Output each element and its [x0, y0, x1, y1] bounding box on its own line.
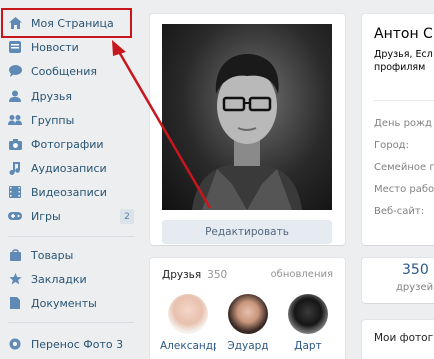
- friends-updates-link[interactable]: обновления: [271, 269, 333, 280]
- friend-name: Дарт: [294, 340, 322, 352]
- user-status-line-2: профилям: [374, 62, 426, 73]
- sidebar-item-friends[interactable]: Друзья: [4, 85, 136, 107]
- info-label-city: Город:: [374, 140, 409, 151]
- profile-photo-card: Редактировать: [150, 14, 345, 245]
- app-icon: [8, 337, 22, 351]
- messages-icon: [8, 64, 22, 78]
- sidebar-item-bookmarks[interactable]: Закладки: [4, 268, 136, 290]
- profile-photo-figure: [192, 54, 302, 210]
- friend-item[interactable]: Александр...: [160, 294, 216, 352]
- sidebar-item-video[interactable]: Видеозаписи: [4, 181, 136, 203]
- gamepad-icon: [8, 209, 22, 223]
- sidebar-divider: [8, 236, 134, 237]
- sidebar-item-label: Игры: [31, 209, 61, 223]
- groups-icon: [8, 113, 22, 127]
- my-photos-title[interactable]: Мои фотогр: [374, 332, 434, 344]
- friends-card: Друзья 350 обновления Александр... Эдуар…: [150, 258, 345, 359]
- sidebar-item-label: Друзья: [31, 89, 73, 103]
- document-icon: [8, 296, 22, 310]
- friend-item[interactable]: Дарт: [280, 294, 336, 352]
- friends-header[interactable]: Друзья 350: [162, 269, 227, 281]
- sidebar-item-messages[interactable]: Сообщения: [4, 60, 136, 82]
- sidebar-item-documents[interactable]: Документы: [4, 292, 136, 314]
- sidebar: Моя Страница Новости Сообщения Друзья Гр…: [0, 0, 140, 359]
- sidebar-item-label: Видеозаписи: [31, 185, 107, 199]
- friend-avatar: [228, 294, 268, 334]
- video-icon: [8, 185, 22, 199]
- info-divider: [374, 100, 434, 101]
- my-photos-card: Мои фотогр: [362, 320, 434, 359]
- sidebar-item-news[interactable]: Новости: [4, 36, 136, 58]
- sidebar-item-games[interactable]: Игры 2: [4, 205, 136, 227]
- sidebar-item-app[interactable]: Перенос Фото 3: [4, 333, 136, 355]
- sidebar-item-label: Фотографии: [31, 137, 104, 151]
- friend-name: Эдуард: [227, 340, 269, 352]
- sidebar-divider: [8, 322, 134, 323]
- friend-avatar: [168, 294, 208, 334]
- person-icon: [8, 89, 22, 103]
- games-count-badge: 2: [120, 209, 134, 224]
- sidebar-item-photos[interactable]: Фотографии: [4, 133, 136, 155]
- sidebar-item-audio[interactable]: Аудиозаписи: [4, 157, 136, 179]
- sidebar-item-label: Аудиозаписи: [31, 161, 107, 175]
- sidebar-item-label: Перенос Фото 3: [31, 337, 124, 351]
- profile-photo[interactable]: [162, 24, 332, 210]
- friends-count: 350: [207, 269, 228, 281]
- sidebar-item-label: Сообщения: [31, 64, 98, 78]
- sidebar-item-goods[interactable]: Товары: [4, 244, 136, 266]
- music-icon: [8, 161, 22, 175]
- edit-profile-button[interactable]: Редактировать: [162, 220, 332, 244]
- info-label-family: Семейное п: [374, 162, 434, 173]
- star-icon: [8, 272, 22, 286]
- info-label-birthday: День рожд: [374, 118, 432, 129]
- highlight-annotation-box: [1, 8, 132, 38]
- friends-title: Друзья: [162, 269, 202, 281]
- sidebar-item-label: Товары: [31, 248, 74, 262]
- sidebar-item-label: Группы: [31, 113, 75, 127]
- info-label-work: Место рабо: [374, 184, 434, 195]
- sidebar-item-label: Закладки: [31, 272, 87, 286]
- profile-info-card: Антон С Друзья, Есл профилям День рожд Г…: [362, 14, 434, 245]
- user-name: Антон С: [374, 26, 433, 42]
- user-status-line-1: Друзья, Есл: [374, 49, 433, 60]
- friends-stat-number: 350: [402, 262, 429, 278]
- friend-name: Александр...: [160, 340, 216, 352]
- sidebar-item-groups[interactable]: Группы: [4, 109, 136, 131]
- news-icon: [8, 40, 22, 54]
- sidebar-item-label: Документы: [31, 296, 97, 310]
- friend-item[interactable]: Эдуард: [220, 294, 276, 352]
- camera-icon: [8, 137, 22, 151]
- friend-avatar: [288, 294, 328, 334]
- info-label-website: Веб-сайт:: [374, 206, 425, 217]
- friends-stat-label: друзей: [396, 282, 434, 293]
- bag-icon: [8, 248, 22, 262]
- friends-stat-card[interactable]: 350 друзей: [362, 258, 434, 303]
- sidebar-item-label: Новости: [31, 40, 79, 54]
